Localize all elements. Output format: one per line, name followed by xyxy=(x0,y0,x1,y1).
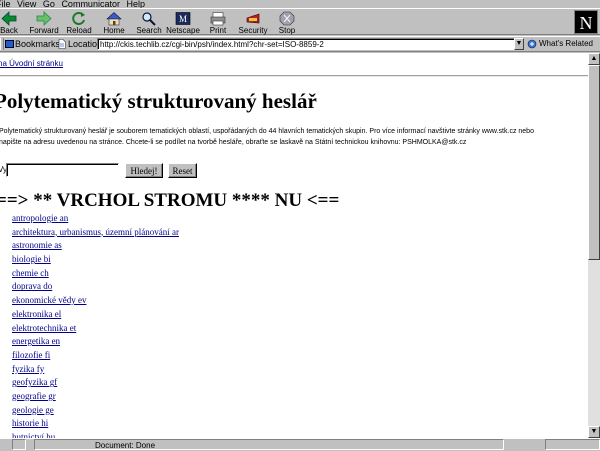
bookmarks-button[interactable]: Bookmarks xyxy=(5,37,60,51)
page-proxy-icon[interactable] xyxy=(58,39,66,49)
netscape-icon: M xyxy=(175,12,191,25)
location-bar: Bookmarks Location: http://ckis.techlib.… xyxy=(0,36,600,52)
scroll-thumb[interactable] xyxy=(588,65,600,260)
reset-button[interactable]: Reset xyxy=(168,163,197,178)
description-line-2: napište na adresu uvedenou na stránce. C… xyxy=(0,139,467,146)
list-item: historie hi xyxy=(12,417,179,431)
list-item: astronomie as xyxy=(12,239,179,253)
stop-icon xyxy=(279,11,295,26)
category-link[interactable]: doprava do xyxy=(12,281,52,291)
component-bar[interactable] xyxy=(545,439,600,450)
back-button[interactable]: Back xyxy=(0,10,26,36)
list-item: antropologie an xyxy=(12,212,179,226)
url-field[interactable]: http://ckis.techlib.cz/cgi-bin/psh/index… xyxy=(97,38,515,50)
category-link[interactable]: geografie gr xyxy=(12,391,56,401)
horizontal-rule xyxy=(0,75,588,77)
whats-related-icon xyxy=(527,39,537,49)
status-text: Document: Done xyxy=(34,439,504,450)
list-item: geofyzika gf xyxy=(12,376,179,390)
netscape-button[interactable]: M Netscape xyxy=(166,10,200,36)
list-item: filozofie fi xyxy=(12,349,179,363)
tree-root-heading: ==> ** VRCHOL STROMU **** NU <== xyxy=(0,190,340,211)
security-icon xyxy=(246,13,260,24)
search-submit-button[interactable]: Hledej! xyxy=(125,163,163,178)
url-dropdown-button[interactable]: ▼ xyxy=(514,38,524,50)
stop-button[interactable]: Stop xyxy=(270,10,304,36)
category-link[interactable]: geofyzika gf xyxy=(12,377,57,387)
reload-icon xyxy=(72,12,85,25)
list-item: energetika en xyxy=(12,335,179,349)
search-input[interactable] xyxy=(6,163,119,177)
list-item: elektrotechnika et xyxy=(12,322,179,336)
list-item: biologie bi xyxy=(12,253,179,267)
list-item: doprava do xyxy=(12,280,179,294)
list-item: ekonomické vědy ev xyxy=(12,294,179,308)
status-bar: Document: Done xyxy=(0,438,600,450)
search-button[interactable]: Search xyxy=(132,10,166,36)
category-link[interactable]: architektura, urbanismus, územní plánová… xyxy=(12,227,179,237)
whats-related-button[interactable]: What's Related xyxy=(527,37,593,51)
description-line-1: Polytematický strukturovaný heslář je so… xyxy=(0,128,534,135)
menu-bar: File View Go Communicator Help xyxy=(0,0,600,8)
menu-file[interactable]: File xyxy=(0,0,15,8)
category-link[interactable]: elektronika el xyxy=(12,309,61,319)
list-item: chemie ch xyxy=(12,267,179,281)
page-content: na Úvodní stránku Polytematický struktur… xyxy=(0,53,588,438)
navigation-toolbar: Back Forward Reload Home Search M Netsca… xyxy=(0,8,600,35)
security-lock-icon[interactable] xyxy=(12,439,26,450)
menu-view[interactable]: View xyxy=(17,0,40,8)
netscape-logo[interactable]: N xyxy=(574,10,598,34)
back-arrow-icon xyxy=(1,11,17,26)
category-link[interactable]: astronomie as xyxy=(12,240,62,250)
home-page-link[interactable]: na Úvodní stránku xyxy=(0,59,63,68)
list-item: fyzika fy xyxy=(12,363,179,377)
page-title: Polytematický strukturovaný heslář xyxy=(0,89,317,113)
list-item: geologie ge xyxy=(12,404,179,418)
category-link[interactable]: chemie ch xyxy=(12,268,49,278)
bookmarks-icon xyxy=(5,40,14,48)
menu-go[interactable]: Go xyxy=(43,0,59,8)
scroll-up-button[interactable]: ▲ xyxy=(588,53,600,65)
category-link[interactable]: filozofie fi xyxy=(12,350,50,360)
category-link[interactable]: ekonomické vědy ev xyxy=(12,295,86,305)
list-item: hutnictví hu xyxy=(12,431,179,438)
category-list: antropologie an architektura, urbanismus,… xyxy=(12,212,179,438)
category-link[interactable]: historie hi xyxy=(12,418,48,428)
list-item: geografie gr xyxy=(12,390,179,404)
menu-communicator[interactable]: Communicator xyxy=(61,0,124,8)
category-link[interactable]: geologie ge xyxy=(12,405,54,415)
security-button[interactable]: Security xyxy=(236,10,270,36)
svg-text:M: M xyxy=(179,14,187,24)
list-item: architektura, urbanismus, územní plánová… xyxy=(12,226,179,240)
search-icon xyxy=(142,12,156,26)
scroll-down-button[interactable]: ▼ xyxy=(588,426,600,438)
print-icon xyxy=(210,12,226,26)
reload-button[interactable]: Reload xyxy=(62,10,96,36)
forward-button[interactable]: Forward xyxy=(27,10,61,36)
list-item: elektronika el xyxy=(12,308,179,322)
toolbar-grip[interactable] xyxy=(0,38,4,50)
page-description: Polytematický strukturovaný heslář je so… xyxy=(0,126,588,148)
category-link[interactable]: energetika en xyxy=(12,336,60,346)
home-button[interactable]: Home xyxy=(97,10,131,36)
category-link[interactable]: elektrotechnika et xyxy=(12,323,76,333)
category-link[interactable]: fyzika fy xyxy=(12,364,44,374)
home-icon xyxy=(106,12,122,26)
print-button[interactable]: Print xyxy=(201,10,235,36)
menu-help[interactable]: Help xyxy=(126,0,149,8)
category-link[interactable]: biologie bi xyxy=(12,254,51,264)
vertical-scrollbar[interactable]: ▲ ▼ xyxy=(588,53,600,438)
forward-arrow-icon xyxy=(36,11,52,26)
category-link[interactable]: antropologie an xyxy=(12,213,68,223)
